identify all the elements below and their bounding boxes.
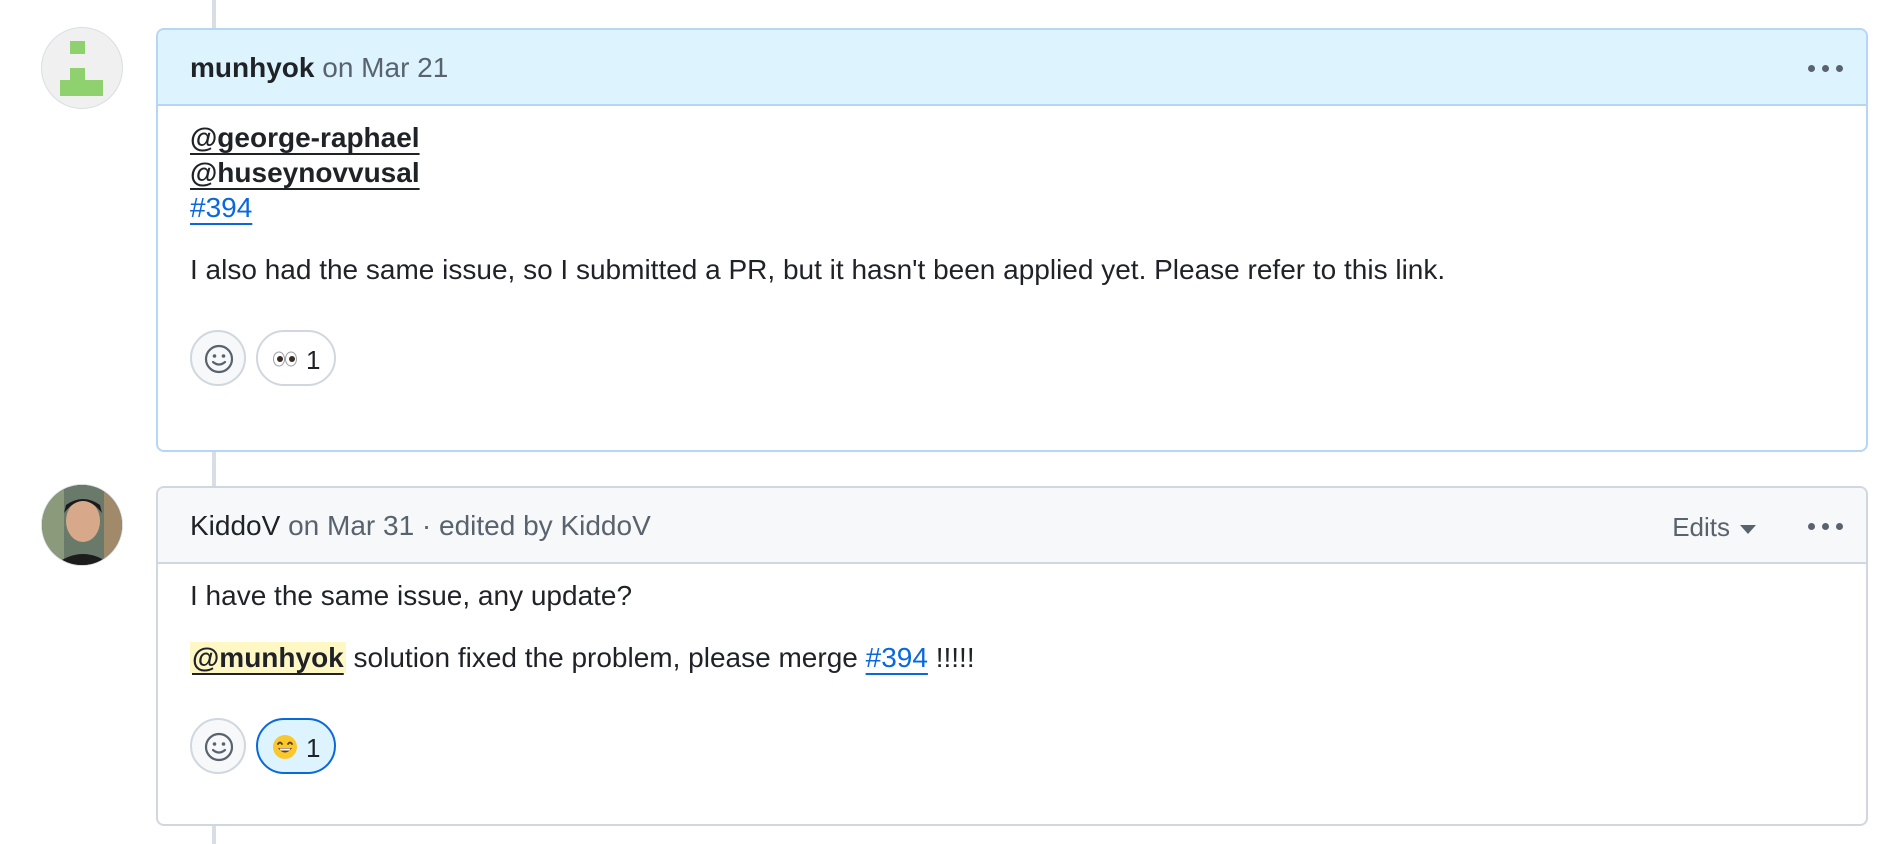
kebab-dot-icon xyxy=(1836,65,1843,72)
issue-link[interactable]: #394 xyxy=(866,642,928,673)
author-name[interactable]: KiddoV xyxy=(190,510,280,541)
comment-munhyok: munhyok on Mar 21 @george-raphael @husey… xyxy=(156,28,1868,452)
grinning-face-icon xyxy=(273,735,297,759)
kebab-dot-icon xyxy=(1836,523,1843,530)
comment-body-line: @munhyok solution fixed the problem, ple… xyxy=(190,642,975,674)
smiley-icon xyxy=(204,732,234,762)
avatar-munhyok[interactable] xyxy=(41,27,123,109)
comment-header: munhyok on Mar 21 xyxy=(158,30,1866,106)
user-mention-munhyok[interactable]: @munhyok xyxy=(190,642,346,673)
issue-link[interactable]: #394 xyxy=(190,192,252,224)
reaction-count: 1 xyxy=(306,733,321,763)
comment-kiddov: KiddoV on Mar 31 · edited by KiddoV Edit… xyxy=(156,486,1868,826)
edits-dropdown[interactable]: Edits xyxy=(1672,512,1756,543)
comment-header: KiddoV on Mar 31 · edited by KiddoV Edit… xyxy=(158,488,1866,564)
kebab-dot-icon xyxy=(1808,523,1815,530)
edits-label: Edits xyxy=(1672,512,1730,542)
comment-timestamp[interactable]: on Mar 31 · edited by KiddoV xyxy=(288,510,651,541)
caret-down-icon xyxy=(1740,524,1756,534)
kebab-dot-icon xyxy=(1822,523,1829,530)
comment-body-text: I also had the same issue, so I submitte… xyxy=(190,254,1446,285)
comment-body-text: solution fixed the problem, please merge xyxy=(345,642,866,673)
reaction-eyes-button[interactable]: 1 xyxy=(256,330,336,386)
comment-timestamp[interactable]: on Mar 21 xyxy=(322,52,448,83)
comment-body-text: I have the same issue, any update? xyxy=(190,580,633,611)
user-mention-george-raphael[interactable]: @george-raphael xyxy=(190,122,420,154)
add-reaction-button[interactable] xyxy=(190,718,246,774)
comment-options-button[interactable] xyxy=(1806,54,1846,84)
author-name[interactable]: munhyok xyxy=(190,52,314,83)
reaction-count: 1 xyxy=(306,345,321,375)
add-reaction-button[interactable] xyxy=(190,330,246,386)
user-photo-icon xyxy=(42,485,122,565)
kebab-dot-icon xyxy=(1822,65,1829,72)
comment-author-line: KiddoV on Mar 31 · edited by KiddoV xyxy=(190,510,651,542)
comment-author-line: munhyok on Mar 21 xyxy=(190,52,448,84)
smiley-icon xyxy=(204,344,234,374)
kebab-dot-icon xyxy=(1808,65,1815,72)
reaction-grinning-face-button[interactable]: 1 xyxy=(256,718,336,774)
user-mention-huseynovvusal[interactable]: @huseynovvusal xyxy=(190,157,420,189)
eyes-icon xyxy=(273,351,297,367)
avatar-kiddov[interactable] xyxy=(41,484,123,566)
comment-options-button[interactable] xyxy=(1806,512,1846,542)
comment-body-text: !!!!! xyxy=(927,642,975,673)
identicon-icon xyxy=(60,41,103,96)
